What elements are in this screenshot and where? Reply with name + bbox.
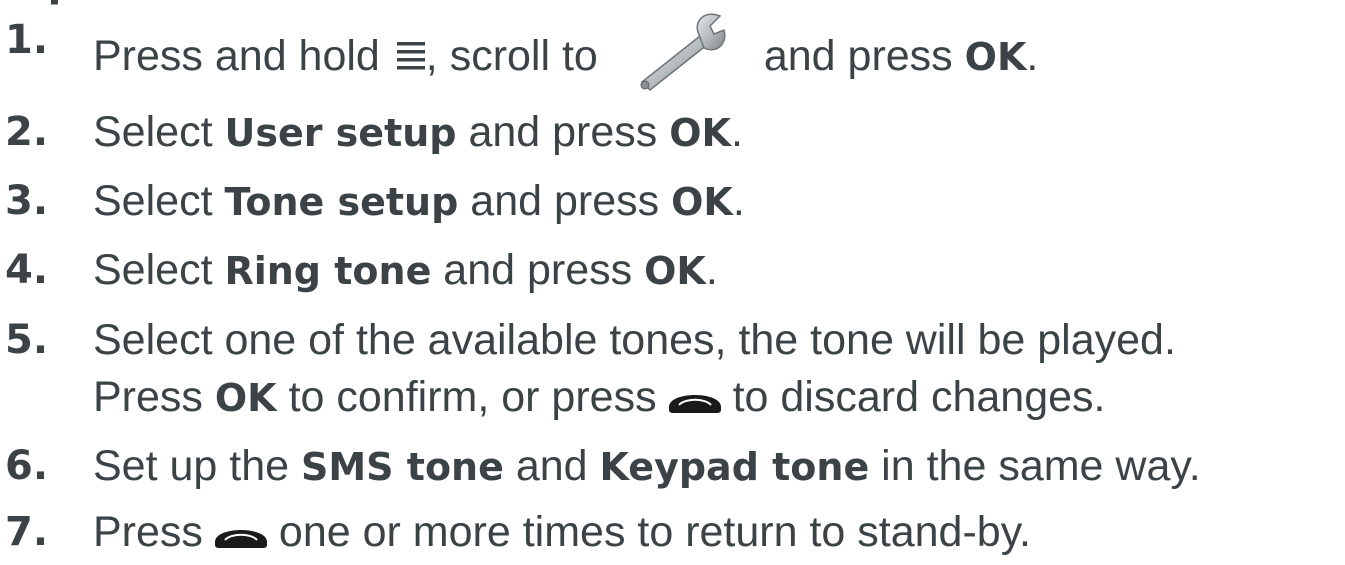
step-number: 1. xyxy=(5,17,49,63)
step-segment: . xyxy=(730,108,743,156)
step-keyword: SMS tone xyxy=(301,445,504,489)
step-text: Select Ring tone and press OK. xyxy=(93,242,718,300)
step-segment: in the same way. xyxy=(869,442,1201,490)
step-segment: to discard changes. xyxy=(732,373,1106,421)
step-segment: Select xyxy=(93,108,225,156)
menu-lines-icon xyxy=(396,30,426,70)
step-segment: Select xyxy=(93,177,225,225)
end-call-icon xyxy=(211,508,271,548)
step-segment: and press xyxy=(431,246,645,294)
step-number: 5. xyxy=(5,317,49,363)
step-segment: one or more times to return to stand-by. xyxy=(278,508,1031,556)
step-segment: Set up the xyxy=(93,442,301,490)
step-keyword: User setup xyxy=(224,111,457,155)
step-text: Press one or more times to return to stan… xyxy=(93,504,1031,561)
step-number: 4. xyxy=(5,247,49,293)
step-keyword: OK xyxy=(644,249,706,293)
step-segment: Press and hold xyxy=(93,32,392,80)
step-segment: and press xyxy=(456,108,670,156)
step-segment: to confirm, or press xyxy=(276,373,657,421)
step-number: 6. xyxy=(5,443,49,489)
step-keyword: OK xyxy=(671,180,733,224)
step-keyword: OK xyxy=(214,376,277,420)
step-segment: and press xyxy=(763,32,965,80)
step-segment: Press xyxy=(93,373,215,421)
step-number: 2. xyxy=(5,109,49,155)
step-text: Set up the SMS tone and Keypad tone in t… xyxy=(93,438,1201,496)
step-keyword: Ring tone xyxy=(224,249,432,293)
wrench-icon xyxy=(628,12,738,92)
step-line: Select one of the available tones, the t… xyxy=(93,316,1176,364)
step-number: 3. xyxy=(5,178,49,224)
step-text: Select User setup and press OK. xyxy=(93,104,743,162)
step-segment: and xyxy=(503,442,600,490)
step-keyword: OK xyxy=(669,111,731,155)
step-segment: . xyxy=(705,246,718,294)
end-call-icon xyxy=(665,373,725,413)
step-number: 7. xyxy=(5,509,49,555)
step-text: Select one of the available tones, the t… xyxy=(93,312,1176,426)
step-text: Press and hold , scroll to and press OK. xyxy=(93,12,1038,92)
step-segment: . xyxy=(1026,32,1039,80)
section-heading: tup xyxy=(0,0,400,8)
step-keyword: Keypad tone xyxy=(599,445,870,489)
step-text: Select Tone setup and press OK. xyxy=(93,173,745,231)
step-segment: . xyxy=(732,177,745,225)
step-keyword: OK xyxy=(964,35,1027,79)
step-line: Press OK to confirm, or press to discard … xyxy=(93,369,1176,426)
step-segment: Select xyxy=(93,246,225,294)
step-segment: and press xyxy=(458,177,672,225)
step-segment: , scroll to xyxy=(425,32,598,80)
step-segment: Press xyxy=(93,508,203,556)
step-keyword: Tone setup xyxy=(224,180,459,224)
